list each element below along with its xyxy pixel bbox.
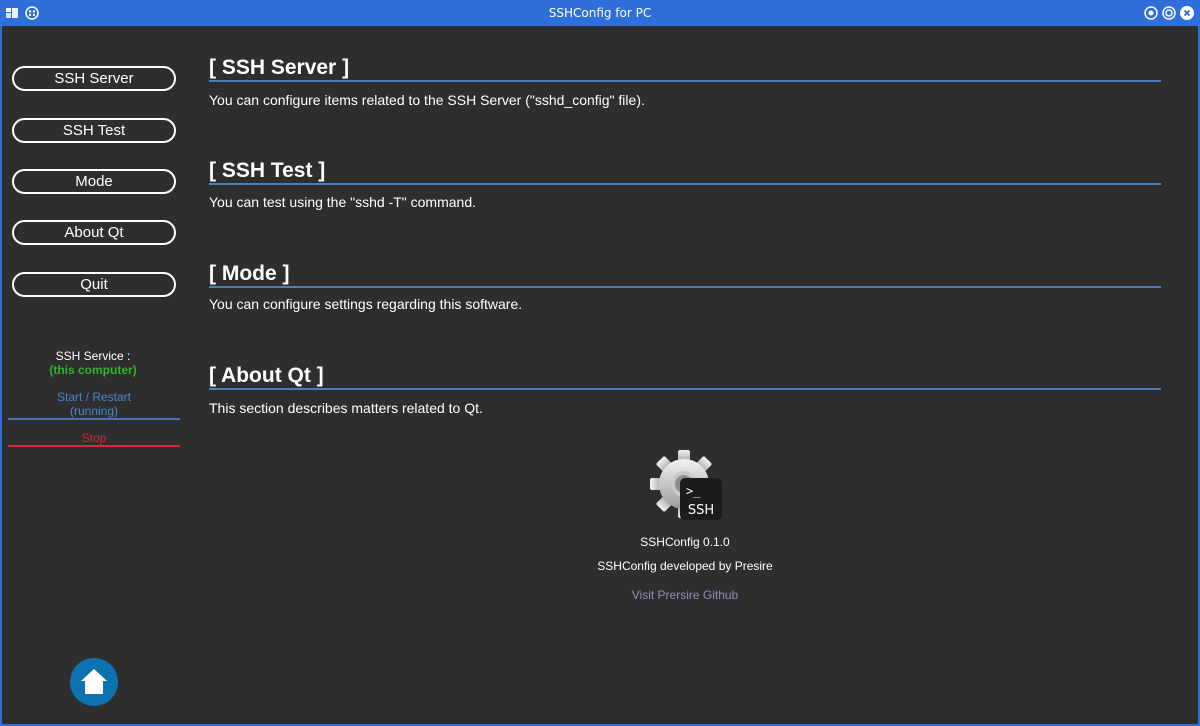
section-divider [209,80,1161,82]
section-divider [209,388,1161,390]
section-divider [209,286,1161,288]
stop-button[interactable]: Stop [8,431,180,447]
sshconfig-logo-icon: >_ SSH [650,450,722,520]
close-icon[interactable] [1180,6,1194,20]
mode-button[interactable]: Mode [12,169,176,194]
ssh-service-label: SSH Service : [55,349,131,363]
section-divider [209,183,1161,185]
section-title-mode: [ Mode ] [209,262,290,285]
start-restart-button[interactable]: Start / Restart (running) [8,390,180,420]
ssh-server-button[interactable]: SSH Server [12,66,176,91]
ssh-test-button[interactable]: SSH Test [12,118,176,143]
quit-button[interactable]: Quit [12,272,176,297]
title-bar: SSHConfig for PC [0,0,1200,26]
section-desc-about-qt: This section describes matters related t… [209,400,483,416]
home-icon [81,669,107,694]
section-title-ssh-test: [ SSH Test ] [209,159,326,182]
logo-text: SSH [688,503,714,518]
service-status: (running) [69,404,119,418]
about-qt-button[interactable]: About Qt [12,220,176,245]
ssh-service-sublabel: (this computer) [49,363,137,377]
section-desc-ssh-test: You can test using the "sshd -T" command… [209,194,477,210]
minimize-icon[interactable] [1144,6,1158,20]
main-window: SSH Server SSH Test Mode About Qt Quit S… [2,26,1198,724]
github-link[interactable]: Visit Prersire Github [585,588,785,602]
start-restart-label: Start / Restart [56,390,132,404]
logo-prompt: >_ [686,484,701,498]
app-developer: SSHConfig developed by Presire [597,559,773,573]
window-title: SSHConfig for PC [548,6,652,20]
home-button[interactable] [70,658,118,706]
section-desc-mode: You can configure settings regarding thi… [209,296,523,312]
section-title-ssh-server: [ SSH Server ] [209,56,350,79]
maximize-icon[interactable] [1162,6,1176,20]
section-title-about-qt: [ About Qt ] [209,364,324,387]
app-version: SSHConfig 0.1.0 [640,535,730,549]
section-desc-ssh-server: You can configure items related to the S… [209,92,645,108]
